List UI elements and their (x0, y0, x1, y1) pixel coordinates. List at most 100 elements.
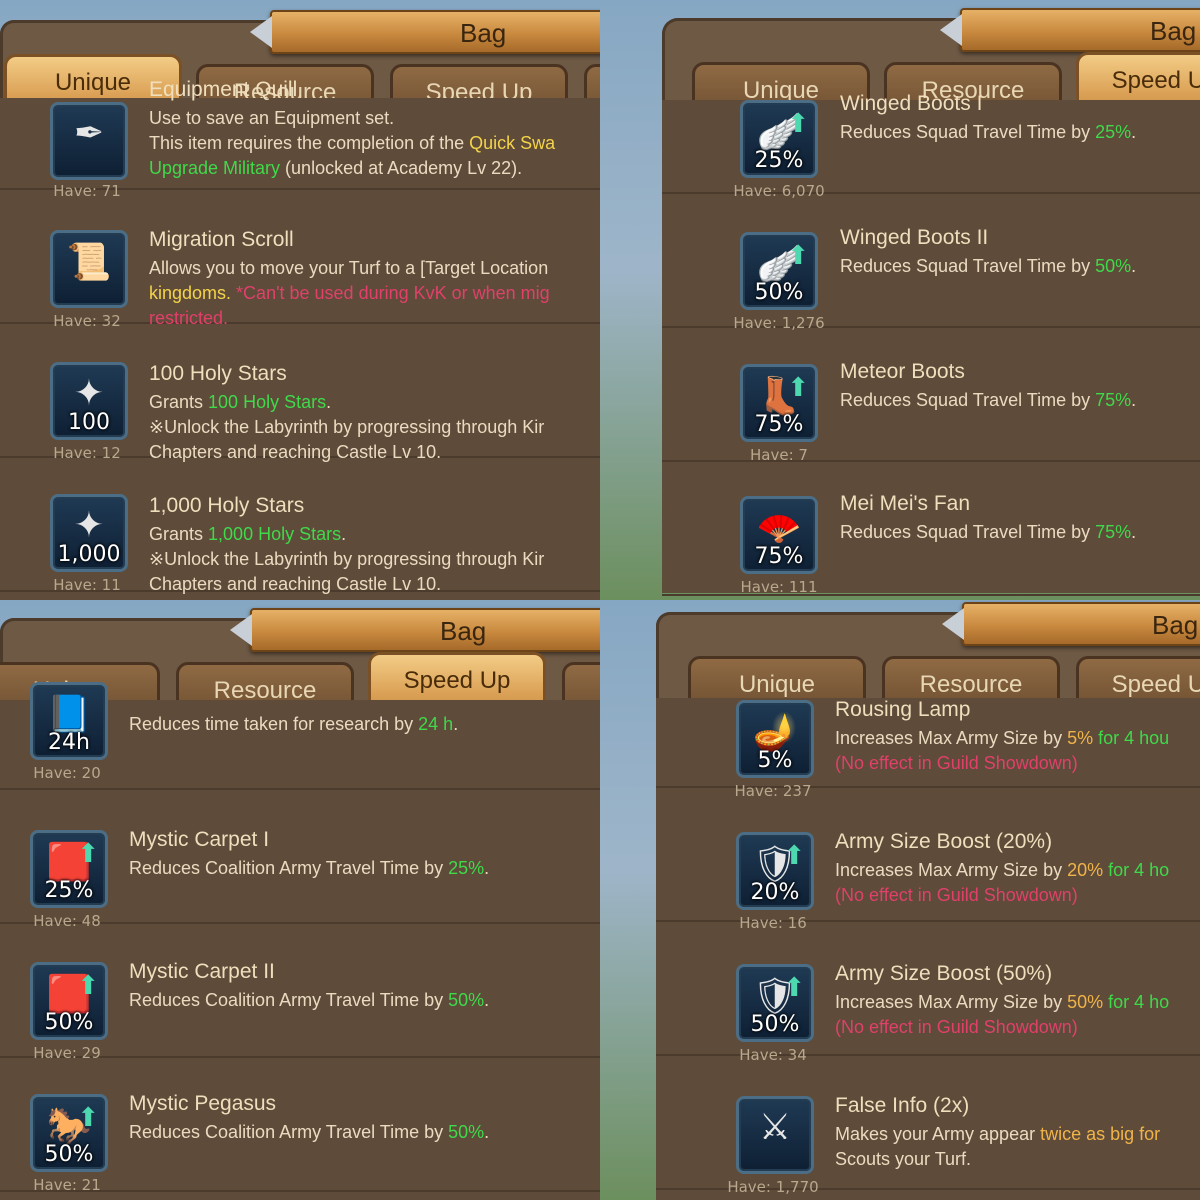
bag-header: Bag (940, 8, 1200, 52)
mystic-carpet-icon: 🟥 ⬆ 25% (30, 830, 108, 908)
item-name: 100 Holy Stars (149, 362, 287, 385)
item-name: Meteor Boots (840, 360, 965, 383)
bag-title: Bag (440, 616, 487, 646)
item-desc: Reduces time taken for research by 24 h. (129, 714, 459, 734)
item-list[interactable]: ✒ Have: 71 Equipment Quill Use to save a… (0, 78, 600, 600)
rousing-lamp-icon: 🪔 5% (736, 700, 814, 778)
panel-top-right: Bag Unique Resource Speed Up 🪽⬆25% Have:… (600, 0, 1200, 600)
item-desc: Reduces Squad Travel Time by 25%. (840, 122, 1137, 142)
item-name: Winged Boots I (840, 92, 983, 115)
bag-title: Bag (1152, 610, 1199, 640)
list-item-meteor-boots[interactable]: 👢 ⬆ 75% Have: 7 Meteor Boots Reduces Squad… (662, 330, 1200, 464)
holy-stars-icon: ✦ 1,000 (50, 494, 128, 572)
list-item-winged-boots-1[interactable]: 🪽 ⬆ 25% Have: 6,070 Winged Boots I Reduces… (662, 62, 1200, 200)
item-have-count: Have: 111 (740, 578, 818, 596)
item-have-count: Have: 7 (750, 446, 808, 464)
bag-header: Bag (942, 602, 1200, 646)
army-boost-icon: 🛡 ⬆ 20% (736, 832, 814, 910)
bag-window: Bag Unique Resource Speed Up ✒ Have: 71 … (0, 10, 600, 600)
item-desc-line1: Increases Max Army Size by 50% for 4 ho (835, 992, 1170, 1012)
back-arrow-icon[interactable] (942, 608, 964, 640)
item-desc-line3: Upgrade Military (unlocked at Academy Lv… (149, 158, 523, 178)
item-desc-line1: Allows you to move your Turf to a [Targe… (149, 258, 549, 278)
item-have-count: Have: 21 (33, 1176, 101, 1194)
fan-icon: 🪭 75% (740, 496, 818, 574)
equipment-quill-icon: ✒ (50, 102, 128, 180)
pegasus-icon: 🐎 ⬆ 50% (30, 1094, 108, 1172)
item-desc-line2: kingdoms. *Can't be used during KvK or w… (149, 283, 550, 303)
list-item-mystic-pegasus[interactable]: 🐎 ⬆ 50% Have: 21 Mystic Pegasus Reduces Co… (0, 1060, 600, 1194)
item-name: False Info (2x) (835, 1094, 970, 1117)
panel-bottom-right: Bag Unique Resource Speed Up 🪔5% Have: 2… (600, 600, 1200, 1200)
mystic-carpet-icon: 🟥 ⬆ 50% (30, 962, 108, 1040)
item-desc-line1: Increases Max Army Size by 5% for 4 hou (835, 728, 1170, 748)
list-item-migration-scroll[interactable]: 📜 Have: 32 Migration Scroll Allows you t… (0, 192, 600, 330)
item-desc: Reduces Coalition Army Travel Time by 50… (129, 1122, 490, 1142)
list-item-mystic-carpet-2[interactable]: 🟥 ⬆ 50% Have: 29 Mystic Carpet II Reduces … (0, 926, 600, 1062)
item-desc-line2: This item requires the completion of the… (149, 133, 556, 153)
migration-scroll-icon: 📜 (50, 230, 128, 308)
item-name: Mystic Carpet I (129, 828, 270, 851)
item-name: Mystic Pegasus (129, 1092, 277, 1115)
bag-window: Bag Unique Resource Speed Up 🪽⬆25% Have:… (662, 8, 1200, 596)
meteor-boots-icon: 👢 ⬆ 75% (740, 364, 818, 442)
item-name: Equipment Quill (149, 78, 298, 101)
list-item-army-size-boost-20[interactable]: 🛡 ⬆ 20% Have: 16 Army Size Boost (20%) Inc… (656, 790, 1200, 932)
item-name: Rousing Lamp (835, 698, 971, 721)
panel-bottom-left: Bag Unique Resource Speed Up 📘24h Have: … (0, 600, 600, 1200)
holy-stars-icon: ✦ 100 (50, 362, 128, 440)
item-name: Mei Mei's Fan (840, 492, 971, 515)
list-item-equipment-quill[interactable]: ✒ Have: 71 Equipment Quill Use to save a… (0, 58, 600, 200)
list-item-mystic-carpet-1[interactable]: 🟥 ⬆ 25% Have: 48 Mystic Carpet I Reduces C… (0, 792, 600, 930)
back-arrow-icon[interactable] (250, 16, 272, 48)
list-item-research-speedup[interactable]: 📘 24h Have: 20 Reduces time taken for res… (0, 658, 600, 790)
winged-boots-icon: 🪽 ⬆ 25% (740, 100, 818, 178)
item-have-count: Have: 20 (33, 764, 101, 782)
item-desc-line1: Use to save an Equipment set. (149, 108, 395, 128)
item-name: 1,000 Holy Stars (149, 494, 305, 517)
item-list[interactable]: 📘 24h Have: 20 Reduces time taken for res… (0, 682, 600, 1200)
item-desc: Reduces Coalition Army Travel Time by 50… (129, 990, 490, 1010)
back-arrow-icon[interactable] (940, 14, 962, 46)
list-item-rousing-lamp[interactable]: 🪔 5% Have: 237 Rousing Lamp Increases Max… (656, 656, 1200, 800)
item-desc-line2: (No effect in Guild Showdown) (835, 753, 1078, 773)
item-name: Winged Boots II (840, 226, 989, 249)
bag-window: Bag Unique Resource Speed Up 🪔5% Have: 2… (656, 602, 1200, 1200)
item-desc-line1: Grants 1,000 Holy Stars. (149, 524, 347, 544)
item-desc-line2: ※Unlock the Labyrinth by progressing thr… (149, 417, 545, 437)
item-desc: Reduces Coalition Army Travel Time by 25… (129, 858, 490, 878)
item-name: Mystic Carpet II (129, 960, 275, 983)
list-item-mei-meis-fan[interactable]: 🪭 75% Have: 111 Mei Mei's Fan Reduces Squ… (662, 464, 1200, 596)
item-desc: Reduces Squad Travel Time by 75%. (840, 522, 1137, 542)
item-desc-line1: Grants 100 Holy Stars. (149, 392, 332, 412)
item-desc-line1: Makes your Army appear twice as big for (835, 1124, 1161, 1144)
item-desc-line2: ※Unlock the Labyrinth by progressing thr… (149, 549, 545, 569)
item-name: Army Size Boost (50%) (835, 962, 1053, 985)
list-item-100-holy-stars[interactable]: ✦ 100 Have: 12 100 Holy Stars Grants 100 … (0, 326, 600, 462)
item-desc-line1: Increases Max Army Size by 20% for 4 ho (835, 860, 1170, 880)
list-item-1000-holy-stars[interactable]: ✦ 1,000 Have: 11 1,000 Holy Stars Grants … (0, 460, 600, 594)
list-item-winged-boots-2[interactable]: 🪽 ⬆ 50% Have: 1,276 Winged Boots II Reduce… (662, 196, 1200, 332)
item-desc-line2: (No effect in Guild Showdown) (835, 885, 1078, 905)
item-desc-line3: Chapters and reaching Castle Lv 10. (149, 574, 442, 594)
list-item-army-size-boost-50[interactable]: 🛡 ⬆ 50% Have: 34 Army Size Boost (50%) Inc… (656, 924, 1200, 1064)
bag-title: Bag (460, 18, 507, 48)
bag-header: Bag (250, 10, 600, 54)
item-list[interactable]: 🪔 5% Have: 237 Rousing Lamp Increases Max… (656, 698, 1200, 1200)
bag-title: Bag (1150, 16, 1197, 46)
army-boost-icon: 🛡 ⬆ 50% (736, 964, 814, 1042)
item-list[interactable]: 🪽 ⬆ 25% Have: 6,070 Winged Boots I Reduces… (662, 92, 1200, 596)
item-desc: Reduces Squad Travel Time by 50%. (840, 256, 1137, 276)
item-have-count: Have: 1,770 (727, 1178, 819, 1196)
item-desc: Reduces Squad Travel Time by 75%. (840, 390, 1137, 410)
back-arrow-icon[interactable] (230, 614, 252, 646)
research-speedup-icon: 📘 24h (30, 682, 108, 760)
false-info-icon: ⚔ (736, 1096, 814, 1174)
item-desc-line2: Scouts your Turf. (835, 1149, 972, 1169)
item-desc-line2: (No effect in Guild Showdown) (835, 1017, 1078, 1037)
bag-window: Bag Unique Resource Speed Up 📘24h Have: … (0, 608, 600, 1200)
list-item-false-info[interactable]: ⚔ Have: 1,770 False Info (2x) Makes your… (656, 1058, 1200, 1196)
bag-header: Bag (230, 608, 600, 652)
item-name: Migration Scroll (149, 228, 294, 251)
panel-top-left: Bag Unique Resource Speed Up ✒ Have: 71 … (0, 0, 600, 600)
